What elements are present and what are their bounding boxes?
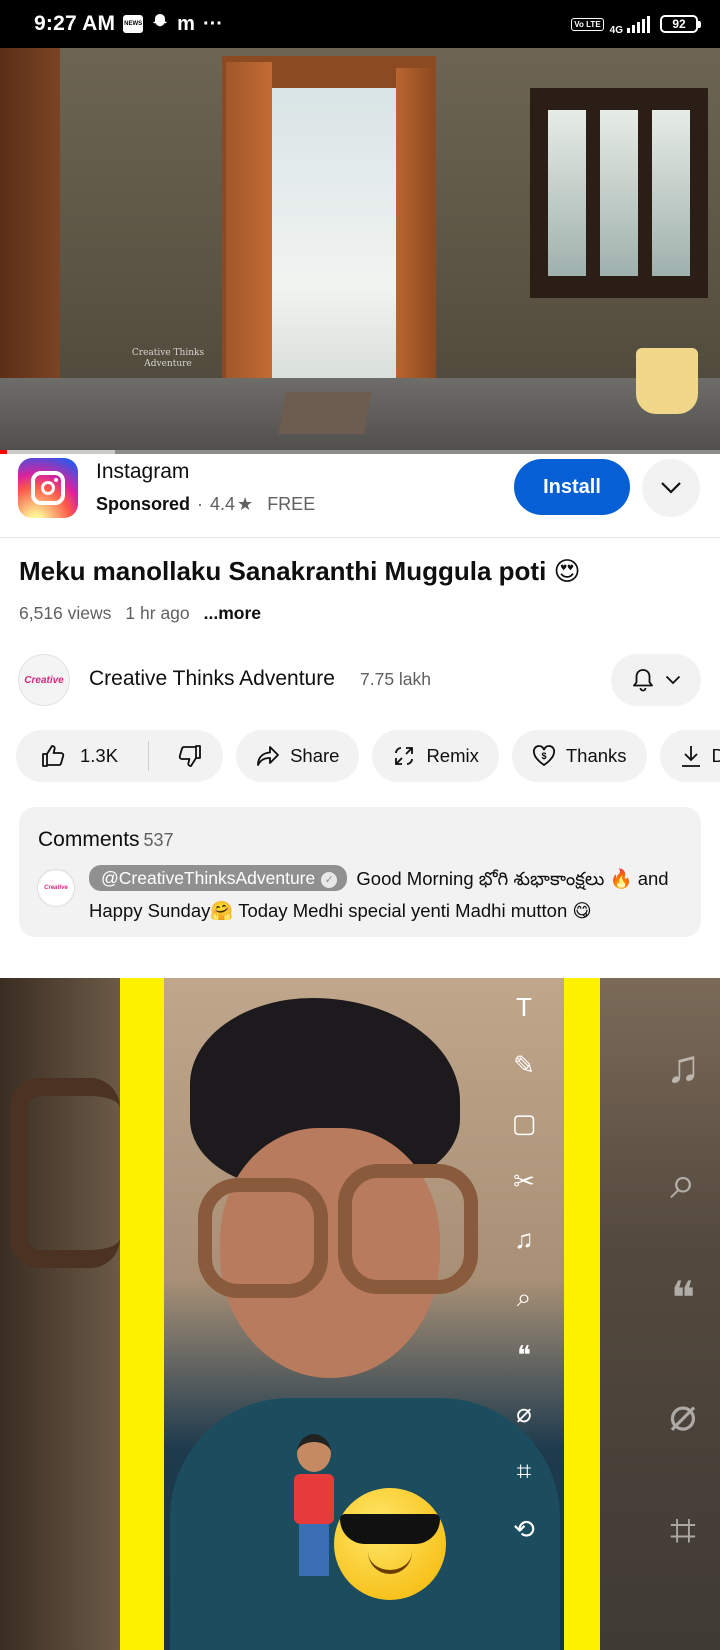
sticker-icon: ▢ (511, 1108, 537, 1138)
thanks-label: Thanks (565, 745, 627, 766)
verified-check-icon: ✓ (321, 872, 338, 888)
channel-name[interactable]: Creative Thinks Adventure (89, 667, 335, 691)
video-frame-outside (268, 88, 398, 418)
comments-heading: Comments 537 (38, 828, 174, 852)
remix-button[interactable]: Remix (372, 730, 499, 782)
paperclip-icon: ⌀ (669, 1388, 697, 1440)
ad-app-name[interactable]: Instagram (96, 460, 189, 484)
remix-label: Remix (426, 745, 479, 766)
like-dislike-group: 1.3K (16, 730, 224, 782)
music-icon: ♫ (665, 1040, 701, 1092)
thumb-faded-tools: ♫ ⌕ ❝ ⌀ ⌗ (646, 1008, 720, 1588)
more-link[interactable]: ...more (204, 603, 261, 624)
loop-icon: ⟲ (513, 1514, 535, 1544)
status-indicators: Vo LTE 4G 92 (571, 13, 701, 36)
action-bar: 1.3K Share Remix $ Thanks Dow (16, 730, 720, 782)
top-comment: @CreativeThinksAdventure ✓ Good Morning భ… (89, 863, 689, 927)
video-frame-window (530, 88, 708, 298)
svg-text:$: $ (541, 751, 546, 761)
lens-search-icon: ⌕ (516, 1282, 532, 1312)
crop-icon: ⌗ (670, 1504, 696, 1556)
quote-icon: ❝ (670, 1272, 696, 1324)
like-button[interactable]: 1.3K (16, 730, 138, 782)
ad-sponsored-label: Sponsored (96, 494, 191, 514)
ad-separator: · (197, 494, 204, 514)
thumb-yellow-border (564, 978, 600, 1650)
text-tool-icon: T (516, 992, 532, 1022)
share-button[interactable]: Share (236, 730, 360, 782)
ad-meta: Sponsored · 4.4 ★ FREE (96, 494, 315, 515)
thumb-background-glasses (10, 1078, 120, 1268)
ad-expand-button[interactable] (642, 459, 700, 517)
crop-icon: ⌗ (516, 1456, 532, 1486)
video-watermark: Creative Thinks Adventure (131, 348, 205, 369)
quote-icon: ❝ (517, 1340, 531, 1370)
star-icon: ★ (237, 494, 254, 514)
heart-dollar-icon: $ (532, 745, 555, 767)
share-label: Share (290, 745, 340, 766)
scissors-icon: ✂ (513, 1166, 535, 1196)
download-label: Dow (711, 745, 720, 766)
chevron-down-icon (661, 482, 681, 494)
thumbs-up-icon (42, 745, 65, 767)
chevron-down-icon (665, 675, 681, 685)
status-bar: 9:27 AM NEWS m ··· Vo LTE 4G 92 (0, 0, 720, 48)
snapchat-icon (151, 13, 169, 35)
subscriber-count: 7.75 lakh (360, 669, 432, 689)
instagram-logo-icon[interactable] (18, 458, 78, 518)
thumbs-down-icon (178, 745, 201, 767)
view-count: 6,516 views (19, 603, 112, 623)
thumb-yellow-border (120, 978, 164, 1650)
remix-icon (395, 747, 414, 765)
thumb-tool-column: T ✎ ▢ ✂ ♫ ⌕ ❝ ⌀ ⌗ ⟲ (506, 978, 542, 1544)
download-icon (681, 746, 700, 767)
volte-icon: Vo LTE (571, 17, 604, 31)
video-meta[interactable]: 6,516 views 1 hr ago ...more (19, 603, 261, 624)
battery-level: 92 (672, 17, 686, 31)
comment-avatar: Creative (37, 869, 75, 907)
like-separator (148, 741, 150, 771)
sponsored-ad[interactable]: Instagram Sponsored · 4.4 ★ FREE Install (0, 454, 720, 538)
dislike-button[interactable] (159, 730, 223, 782)
comments-panel[interactable]: Comments 537 Creative @CreativeThinksAdve… (19, 807, 701, 937)
bell-icon (633, 669, 653, 692)
thanks-button[interactable]: $ Thanks (511, 730, 647, 782)
signal-icon (627, 15, 650, 33)
status-time: 9:27 AM (34, 12, 116, 35)
m-app-icon: m (177, 13, 195, 35)
mention-chip: @CreativeThinksAdventure ✓ (89, 865, 348, 891)
video-player[interactable]: Creative Thinks Adventure (0, 48, 720, 454)
channel-avatar-text: Creative (24, 674, 64, 686)
news-icon: NEWS (123, 15, 144, 33)
upload-age: 1 hr ago (125, 603, 190, 623)
thumb-glasses (198, 1178, 328, 1298)
ad-price: FREE (267, 494, 316, 514)
comments-count: 537 (143, 830, 174, 850)
pencil-icon: ✎ (513, 1050, 535, 1080)
video-frame-bucket (636, 348, 698, 414)
channel-avatar[interactable]: Creative (18, 654, 70, 706)
sunglasses-emoji-sticker (334, 1488, 446, 1600)
next-video-thumbnail[interactable]: T ✎ ▢ ✂ ♫ ⌕ ❝ ⌀ ⌗ ⟲ ♫ ⌕ ❝ ⌀ ⌗ (0, 978, 720, 1650)
share-icon (257, 746, 279, 766)
paperclip-icon: ⌀ (516, 1398, 532, 1428)
download-button[interactable]: Dow (659, 730, 720, 782)
ad-rating: 4.4 (210, 494, 236, 514)
network-type: 4G (609, 24, 623, 36)
video-frame-doormat (278, 392, 372, 434)
bitmoji-sticker (294, 1434, 334, 1584)
more-dots-icon: ··· (202, 13, 223, 35)
install-button[interactable]: Install (514, 459, 630, 515)
video-frame-door-leaf (396, 68, 434, 430)
video-title[interactable]: Meku manollaku Sanakranthi Muggula poti … (19, 556, 709, 587)
like-count: 1.3K (80, 745, 119, 766)
comments-label: Comments (38, 828, 140, 851)
notification-icons: NEWS m ··· (123, 13, 223, 35)
battery-icon: 92 (660, 15, 701, 33)
notification-settings-button[interactable] (611, 654, 701, 706)
lens-search-icon: ⌕ (670, 1156, 696, 1208)
music-icon: ♫ (514, 1224, 534, 1254)
thumb-glasses (338, 1164, 478, 1294)
mention-handle: @CreativeThinksAdventure (101, 868, 316, 888)
